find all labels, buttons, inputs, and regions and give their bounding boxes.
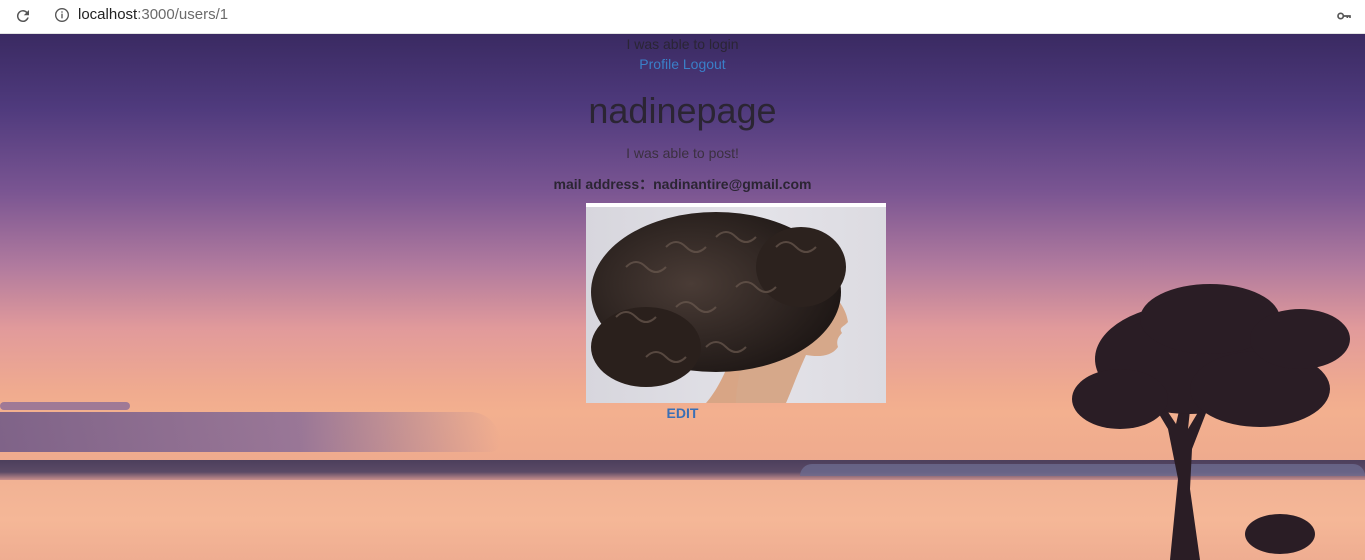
- flash-message: I was able to login: [626, 36, 739, 52]
- edit-link[interactable]: EDIT: [667, 405, 699, 421]
- profile-link[interactable]: Profile: [639, 56, 679, 72]
- logout-link[interactable]: Logout: [683, 56, 726, 72]
- reload-icon[interactable]: [12, 5, 34, 27]
- browser-toolbar: localhost:3000/users/1: [0, 0, 1365, 34]
- address-bar[interactable]: localhost:3000/users/1: [78, 6, 228, 24]
- key-icon[interactable]: [1335, 7, 1353, 25]
- page-title: nadinepage: [588, 90, 777, 131]
- info-icon[interactable]: [53, 6, 71, 24]
- mail-value: nadinantire@gmail.com: [653, 176, 812, 192]
- profile-photo-illustration: [591, 212, 848, 403]
- top-nav: Profile Logout: [0, 56, 1365, 72]
- page-background: I was able to login Profile Logout nadin…: [0, 34, 1365, 560]
- profile-image: [586, 203, 886, 403]
- edit-link-container: EDIT: [0, 405, 1365, 421]
- mail-address: mail address：nadinantire@gmail.com: [0, 174, 1365, 194]
- url-path: :3000/users/1: [137, 6, 229, 23]
- url-host: localhost: [78, 6, 138, 23]
- mail-label: mail address：: [553, 176, 654, 192]
- user-introduction: I was able to post!: [626, 145, 739, 161]
